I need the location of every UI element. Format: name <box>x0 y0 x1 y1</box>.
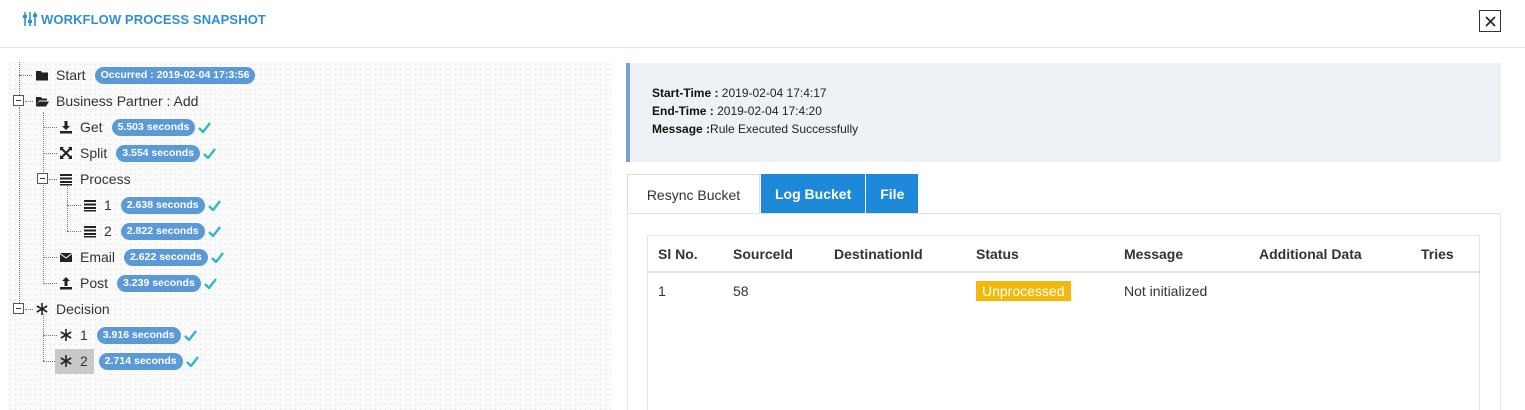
cell-status: Unprocessed <box>966 272 1114 308</box>
title-wrap: WORKFLOW PROCESS SNAPSHOT <box>22 11 266 27</box>
tree-node-process-2[interactable]: 2 2.822 seconds <box>83 219 221 243</box>
duration-badge: 2.714 seconds <box>98 352 183 370</box>
tree-node-start[interactable]: Start Occurred : 2019-02-04 17:3:56 <box>35 63 256 87</box>
tree-node-label: 2 <box>80 353 88 369</box>
tree-node-label: Start <box>56 67 86 83</box>
cell-sl-no: 1 <box>658 282 666 299</box>
check-icon <box>210 251 224 263</box>
start-time-value: 2019-02-04 17:4:17 <box>718 86 827 100</box>
tree-node-label: Email <box>80 249 116 265</box>
envelope-icon <box>59 253 73 262</box>
cell-source-id: 58 <box>733 282 749 299</box>
cell-destination-id <box>824 272 966 308</box>
close-icon <box>1484 15 1496 27</box>
tree-node-label: Business Partner : Add <box>56 93 199 109</box>
collapse-toggle-business-partner[interactable] <box>13 95 24 106</box>
tree-node-label: Split <box>80 145 108 161</box>
info-lines: Start-Time : 2019-02-04 17:4:17 End-Time… <box>652 84 858 138</box>
column-header-tries: Tries <box>1411 236 1479 273</box>
tree-node-label: 1 <box>80 327 88 343</box>
occurred-badge: Occurred : 2019-02-04 17:3:56 <box>94 66 256 84</box>
list-icon <box>60 174 72 186</box>
dialog-title: WORKFLOW PROCESS SNAPSHOT <box>41 11 266 27</box>
table-header-row: Sl No. SourceId DestinationId Status Mes… <box>648 236 1479 273</box>
snowflake-icon <box>60 355 72 367</box>
duration-badge: 3.239 seconds <box>117 274 201 292</box>
bucket-tabs: Resync Bucket Log Bucket File <box>627 174 919 214</box>
end-time-value: 2019-02-04 17:4:20 <box>713 104 822 118</box>
tree-node-get[interactable]: Get 5.503 seconds <box>59 115 212 139</box>
close-button[interactable] <box>1479 10 1501 32</box>
tree-node-label: 2 <box>104 223 112 239</box>
process-tree-panel: Start Occurred : 2019-02-04 17:3:56 Busi… <box>8 62 611 410</box>
tree-node-decision-1[interactable]: 1 3.916 seconds <box>59 323 197 347</box>
tree-node-label: 1 <box>104 197 112 213</box>
tree-node-label: Post <box>80 275 109 291</box>
tree-node-email[interactable]: Email 2.622 seconds <box>59 245 224 269</box>
folder-open-icon <box>36 97 49 107</box>
status-badge: Unprocessed <box>976 280 1071 301</box>
split-icon <box>60 147 72 159</box>
check-icon <box>203 277 217 289</box>
check-icon <box>207 225 221 237</box>
tree-node-decision-2[interactable]: 2 2.714 seconds <box>55 348 199 374</box>
column-header-additional-data: Additional Data <box>1249 236 1411 273</box>
column-header-destination-id: DestinationId <box>824 236 966 273</box>
tree-node-label: Process <box>80 171 131 187</box>
tree-node-label: Get <box>80 119 103 135</box>
check-icon <box>198 121 212 133</box>
message-label: Message : <box>652 122 711 136</box>
tree-node-split[interactable]: Split 3.554 seconds <box>59 141 216 165</box>
tree-node-business-partner[interactable]: Business Partner : Add <box>35 89 207 113</box>
selected-highlight: 2 <box>55 348 94 374</box>
cell-message: Not initialized <box>1124 282 1208 299</box>
snowflake-icon <box>60 329 72 341</box>
execution-info-box: Start-Time : 2019-02-04 17:4:17 End-Time… <box>626 63 1501 162</box>
column-header-status: Status <box>966 236 1114 273</box>
snowflake-icon <box>36 303 48 315</box>
duration-badge: 2.622 seconds <box>124 248 208 266</box>
upload-icon <box>60 277 72 290</box>
tree-node-decision[interactable]: Decision <box>35 297 119 321</box>
check-icon <box>185 355 199 367</box>
tree-node-post[interactable]: Post 3.239 seconds <box>59 271 217 295</box>
message-value: Rule Executed Successfully <box>710 122 859 136</box>
bucket-table: Sl No. SourceId DestinationId Status Mes… <box>648 236 1479 308</box>
end-time-label: End-Time : <box>652 104 714 118</box>
tab-resync-bucket[interactable]: Resync Bucket <box>627 174 760 214</box>
column-header-message: Message <box>1114 236 1249 273</box>
table-row[interactable]: 1 58 Unprocessed Not initialized <box>648 272 1479 308</box>
tab-file[interactable]: File <box>866 174 919 214</box>
duration-badge: 2.638 seconds <box>120 196 205 214</box>
process-tree: Start Occurred : 2019-02-04 17:3:56 Busi… <box>8 62 611 410</box>
message-line: Message :Rule Executed Successfully <box>652 120 858 138</box>
check-icon <box>203 147 216 159</box>
cell-tries <box>1411 272 1479 308</box>
collapse-toggle-process[interactable] <box>37 173 48 184</box>
check-icon <box>183 329 197 341</box>
download-icon <box>60 121 72 134</box>
duration-badge: 2.822 seconds <box>120 222 205 240</box>
tree-node-process[interactable]: Process <box>59 167 140 191</box>
duration-badge: 3.916 seconds <box>96 326 181 344</box>
duration-badge: 5.503 seconds <box>111 118 196 136</box>
bucket-table-wrap: Sl No. SourceId DestinationId Status Mes… <box>647 235 1480 410</box>
start-time-label: Start-Time : <box>652 86 719 100</box>
start-time-line: Start-Time : 2019-02-04 17:4:17 <box>652 84 858 102</box>
end-time-line: End-Time : 2019-02-04 17:4:20 <box>652 102 858 120</box>
folder-icon <box>36 71 48 81</box>
sliders-icon <box>23 12 37 26</box>
list-icon <box>84 200 96 212</box>
column-header-source-id: SourceId <box>723 236 824 273</box>
collapse-toggle-decision[interactable] <box>13 303 24 314</box>
check-icon <box>207 199 221 211</box>
tree-node-label: Decision <box>56 301 110 317</box>
tree-node-process-1[interactable]: 1 2.638 seconds <box>83 193 221 217</box>
duration-badge: 3.554 seconds <box>116 144 201 162</box>
list-icon <box>84 226 96 238</box>
column-header-sl-no: Sl No. <box>648 236 723 273</box>
dialog-header: WORKFLOW PROCESS SNAPSHOT <box>0 0 1525 48</box>
tab-log-bucket[interactable]: Log Bucket <box>761 174 866 214</box>
cell-additional-data <box>1249 272 1411 308</box>
